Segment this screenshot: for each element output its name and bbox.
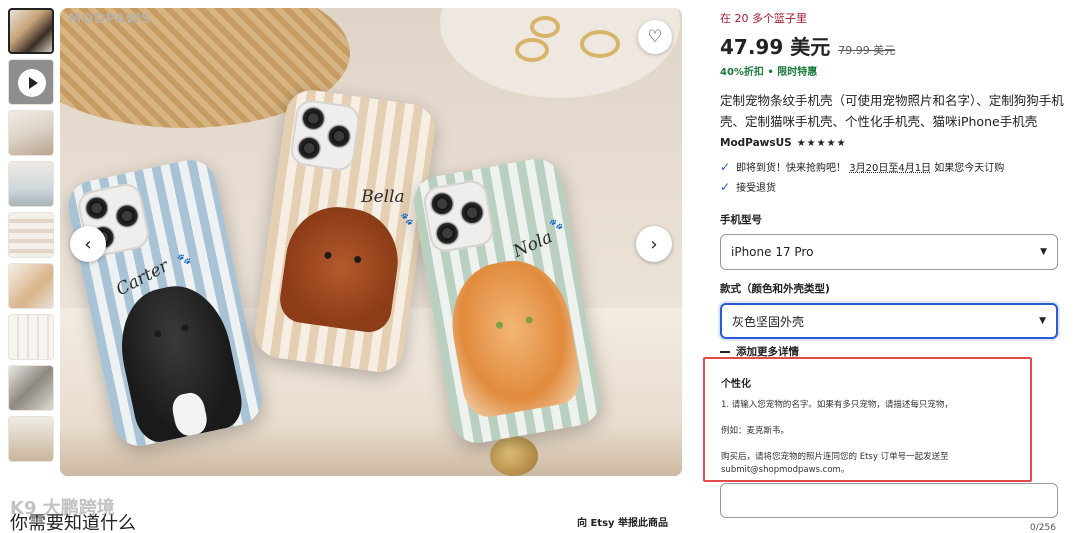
report-listing-link[interactable]: 向 Etsy 举报此商品 [577,514,668,529]
gold-ring [580,30,620,58]
camera-lens [112,201,142,231]
paw-icon: 🐾 [176,251,193,268]
discount-badge: 40%折扣 • 限时特惠 [720,67,818,78]
gold-ring [530,16,560,38]
camera-module [288,98,362,173]
play-icon [18,69,46,97]
heart-icon: ♡ [647,27,663,47]
delivery-suffix: 如果您今天订购 [934,163,1005,174]
pet-name: Bella [361,186,405,207]
delivery-prefix: 即将到货！快来抢购吧！ [736,163,847,174]
pet-eye [525,315,534,325]
personalization-instruction-2: 购买后，请将您宠物的照片连同您的 Etsy 订单号一起发送至 [721,452,949,462]
thumbnail-3[interactable] [8,110,54,156]
previous-image-button[interactable]: ‹ [70,226,106,262]
thumbnail-9[interactable] [8,416,54,462]
shop-row: ModPawsUS ★★★★★ [720,137,1065,149]
drawer-knob [490,436,538,476]
personalization-email: submit@shopmodpaws.com。 [721,465,850,475]
delivery-date-range[interactable]: 3月20日至4月1日 [849,163,931,174]
camera-lens [458,198,487,227]
price-row: 47.99 美元 79.99 美元 [720,31,1065,60]
brand-watermark: MODPAWS [68,12,152,27]
favorite-button[interactable]: ♡ [638,20,672,54]
personalization-instruction-1: 1. 请输入您宠物的名字。如果有多只宠物，请描述每只宠物， [721,400,953,410]
personalization-title: 个性化 [721,379,751,390]
thumbnail-video[interactable] [8,59,54,105]
camera-lens [428,189,457,218]
product-main-image[interactable]: MODPAWS Carter 🐾 Bella 🐾 Nola 🐾 [60,8,682,476]
check-icon: ✓ [720,159,731,174]
paw-icon: 🐾 [399,211,415,227]
returns-info: ✓ 接受退货 [720,179,1065,195]
original-price: 79.99 美元 [838,44,896,57]
thumbnail-strip [8,8,56,478]
style-select[interactable]: 灰色坚固外壳 ▼ [720,303,1058,339]
star-rating-icon: ★★★★★ [796,137,847,149]
thumbnail-5[interactable] [8,212,54,258]
thumbnail-8[interactable] [8,365,54,411]
camera-lens [325,122,353,150]
pet-name: Nola [510,227,556,263]
paw-icon: 🐾 [548,217,565,233]
chevron-left-icon: ‹ [84,233,92,255]
delivery-info: ✓ 即将到货！快来抢购吧！ 3月20日至4月1日 如果您今天订购 [720,159,1065,175]
black-dog-portrait [110,276,247,447]
pet-eye [323,251,332,260]
pet-eye [153,329,162,338]
camera-lens [82,193,112,223]
personalization-section: 个性化 1. 请输入您宠物的名字。如果有多只宠物，请描述每只宠物， 例如：麦克斯… [703,357,1032,482]
camera-lens [433,219,462,248]
chevron-right-icon: › [650,233,658,255]
camera-lens [295,134,323,162]
thumbnail-1[interactable] [8,8,54,54]
character-counter: 0/256 [1030,523,1056,533]
phone-model-label: 手机型号 [720,214,762,226]
camera-module [421,178,496,255]
check-icon: ✓ [720,179,731,194]
caret-down-icon: ▼ [1039,316,1046,326]
thumbnail-6[interactable] [8,263,54,309]
phone-model-value: iPhone 17 Pro [731,245,814,259]
returns-text: 接受退货 [736,183,777,194]
personalization-textarea[interactable] [720,483,1058,518]
caret-down-icon: ▼ [1040,247,1047,257]
basket-count-notice: 在 20 多个篮子里 [720,12,807,25]
pet-eye [495,321,504,330]
style-label: 款式（颜色和外壳类型) [720,283,830,295]
minus-icon [720,350,730,353]
camera-lens [299,104,327,133]
pet-eye [180,323,190,333]
overlay-logo: K9 大鹏跨境 [10,498,115,519]
current-price: 47.99 美元 [720,35,831,59]
gold-ring [515,38,549,62]
style-value: 灰色坚固外壳 [732,314,805,329]
next-image-button[interactable]: › [636,226,672,262]
poodle-portrait [277,200,405,335]
product-info-panel: 在 20 多个篮子里 47.99 美元 79.99 美元 40%折扣 • 限时特… [720,10,1065,339]
cat-portrait [442,252,585,421]
product-title: 定制宠物条纹手机壳（可使用宠物照片和名字）、定制狗狗手机壳、定制猫咪手机壳、个性… [720,93,1064,129]
thumbnail-4[interactable] [8,161,54,207]
shop-name-link[interactable]: ModPawsUS [720,137,792,149]
thumbnail-7[interactable] [8,314,54,360]
phone-model-select[interactable]: iPhone 17 Pro ▼ [720,234,1058,270]
personalization-example: 例如：麦克斯韦。 [721,426,790,436]
pet-eye [353,255,362,264]
